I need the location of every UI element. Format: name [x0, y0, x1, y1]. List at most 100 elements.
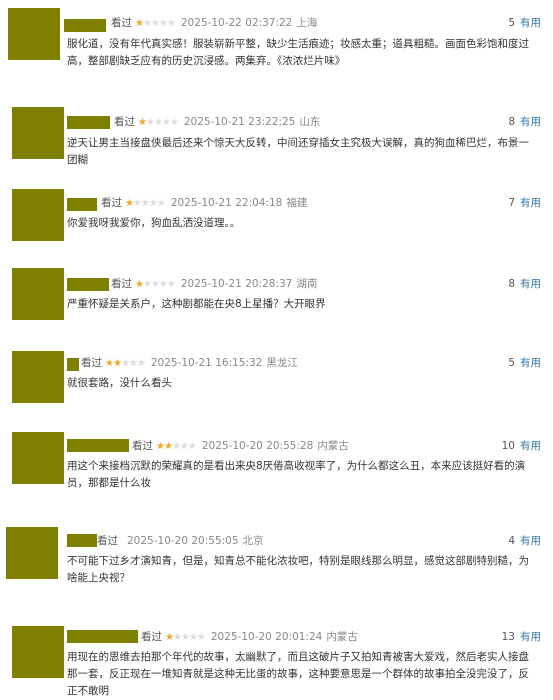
review-item: 看过 ★★★★★ 2025-10-21 16:15:32 黑龙江 5 有用就很套路，没什么…: [0, 342, 553, 423]
rating-stars: ★★★★★: [156, 440, 197, 454]
avatar[interactable]: [12, 351, 64, 403]
useful-button[interactable]: 有用: [520, 631, 541, 643]
review-meta: 看过 ★★★★★ 2025-10-21 20:28:37 湖南: [111, 277, 317, 292]
avatar[interactable]: [8, 8, 60, 60]
rating-stars: ★★★★★: [135, 17, 176, 31]
review-text: 你爱我呀我爱你，狗血乱洒没道理。。: [67, 217, 241, 229]
useful-count: 10: [501, 440, 515, 452]
username-redacted[interactable]: [67, 630, 138, 643]
star-empty-icon: ★: [158, 279, 168, 290]
username-redacted[interactable]: [67, 534, 97, 547]
useful-button[interactable]: 有用: [520, 357, 541, 369]
useful-count: 5: [508, 357, 515, 369]
star-empty-icon: ★: [188, 632, 198, 643]
star-empty-icon: ★: [145, 117, 155, 128]
review-item: 看过 2025-10-20 20:55:05 北京 4 有用 不可能下过乡才演知青，但是，…: [0, 503, 553, 584]
star-empty-icon: ★: [142, 18, 152, 29]
review-item: 看过 ★★★★★ 2025-10-20 20:55:28 内蒙古 10 有用 用这个来接档沉…: [0, 423, 553, 504]
username-redacted[interactable]: [64, 19, 106, 32]
star-empty-icon: ★: [166, 279, 176, 290]
useful-vote[interactable]: 7 有用: [508, 196, 541, 210]
review-meta: 看过 ★★★★★ 2025-10-21 16:15:32 黑龙江: [81, 356, 298, 371]
useful-vote[interactable]: 8 有用: [508, 277, 541, 291]
review-item: 看过 ★★★★★ 2025-10-20 20:01:24 内蒙古 13 有用 用现在的思维去…: [0, 614, 553, 697]
avatar[interactable]: [6, 527, 58, 579]
star-empty-icon: ★: [150, 279, 160, 290]
star-empty-icon: ★: [150, 18, 160, 29]
rating-stars: ★★★★★: [165, 631, 206, 645]
useful-button[interactable]: 有用: [520, 535, 541, 547]
avatar[interactable]: [12, 432, 64, 484]
username-redacted[interactable]: [67, 198, 97, 211]
useful-vote[interactable]: 5 有用: [508, 356, 541, 370]
review-meta: 看过 ★★★★★ 2025-10-21 22:04:18 福建: [101, 196, 307, 211]
avatar[interactable]: [12, 107, 64, 159]
star-filled-icon: ★: [135, 279, 144, 290]
star-empty-icon: ★: [179, 441, 189, 452]
useful-button[interactable]: 有用: [520, 17, 541, 29]
avatar[interactable]: [12, 626, 64, 678]
review-item: 看过 ★★★★★ 2025-10-21 23:22:25 山东 8 有用 逆天让男主当接盘侠…: [0, 101, 553, 182]
review-time: 2025-10-21 22:04:18: [170, 197, 283, 209]
review-item: 看过 ★★★★★ 2025-10-22 02:37:22 上海 5 有用 服化道，没有年代真…: [0, 0, 553, 81]
seen-label: 看过: [114, 116, 135, 128]
review-meta: 看过 ★★★★★ 2025-10-20 20:01:24 内蒙古: [141, 630, 358, 645]
star-empty-icon: ★: [142, 279, 152, 290]
avatar[interactable]: [12, 268, 64, 320]
review-time: 2025-10-22 02:37:22: [180, 17, 293, 29]
star-empty-icon: ★: [166, 18, 176, 29]
review-location: 内蒙古: [317, 440, 349, 452]
star-empty-icon: ★: [196, 632, 206, 643]
star-empty-icon: ★: [120, 358, 130, 369]
star-empty-icon: ★: [156, 198, 166, 209]
seen-label: 看过: [111, 278, 132, 290]
username-redacted[interactable]: [67, 358, 79, 371]
useful-vote[interactable]: 10 有用: [502, 439, 541, 453]
star-empty-icon: ★: [148, 198, 158, 209]
useful-button[interactable]: 有用: [520, 197, 541, 209]
star-empty-icon: ★: [171, 441, 181, 452]
star-empty-icon: ★: [128, 358, 138, 369]
star-filled-icon: ★: [163, 441, 173, 452]
review-meta: 看过 ★★★★★ 2025-10-21 23:22:25 山东: [114, 115, 320, 130]
star-empty-icon: ★: [172, 632, 182, 643]
star-empty-icon: ★: [153, 117, 163, 128]
useful-count: 13: [501, 631, 515, 643]
review-item: 看过 ★★★★★ 2025-10-21 20:28:37 湖南 8 有用 严重怀疑是关系户，…: [0, 263, 553, 344]
review-text: 严重怀疑是关系户，这种剧都能在央8上星播？大开眼界: [67, 298, 326, 310]
useful-count: 5: [508, 17, 515, 29]
seen-label: 看过: [101, 197, 122, 209]
useful-vote[interactable]: 13 有用: [502, 630, 541, 644]
useful-button[interactable]: 有用: [520, 278, 541, 290]
star-empty-icon: ★: [187, 441, 197, 452]
useful-vote[interactable]: 8 有用: [508, 115, 541, 129]
review-location: 湖南: [296, 278, 318, 290]
star-filled-icon: ★: [135, 18, 144, 29]
star-filled-icon: ★: [125, 198, 134, 209]
star-filled-icon: ★: [112, 358, 122, 369]
username-redacted[interactable]: [67, 116, 110, 129]
star-empty-icon: ★: [180, 632, 190, 643]
review-location: 山东: [299, 116, 321, 128]
useful-count: 7: [508, 197, 515, 209]
review-text: 用现在的思维去拍那个年代的故事，太幽默了，而且这破片子又拍知青被害大爱戏，然后老…: [67, 651, 529, 697]
avatar[interactable]: [12, 189, 64, 241]
review-location: 黑龙江: [266, 357, 298, 369]
review-meta: 看过 2025-10-20 20:55:05 北京: [97, 534, 264, 548]
review-text: 就很套路，没什么看头: [67, 377, 172, 389]
username-redacted[interactable]: [67, 439, 129, 452]
star-empty-icon: ★: [169, 117, 179, 128]
review-text: 服化道，没有年代真实感！服装崭新平整，缺少生活痕迹；妆感太重；道具粗糙。画面色彩…: [67, 38, 529, 67]
useful-vote[interactable]: 5 有用: [508, 16, 541, 30]
review-time: 2025-10-21 20:28:37: [180, 278, 293, 290]
review-text: 用这个来接档沉默的荣耀真的是看出来央8厌倦高收视率了，为什么都这么丑，本来应该挺…: [67, 460, 526, 489]
review-meta: 看过 ★★★★★ 2025-10-22 02:37:22 上海: [111, 16, 317, 31]
useful-button[interactable]: 有用: [520, 116, 541, 128]
rating-stars: ★★★★★: [138, 116, 179, 130]
useful-vote[interactable]: 4 有用: [508, 534, 541, 548]
username-redacted[interactable]: [67, 278, 109, 291]
useful-button[interactable]: 有用: [520, 440, 541, 452]
useful-count: 4: [508, 535, 515, 547]
seen-label: 看过: [141, 631, 162, 643]
rating-stars: ★★★★★: [135, 278, 176, 292]
